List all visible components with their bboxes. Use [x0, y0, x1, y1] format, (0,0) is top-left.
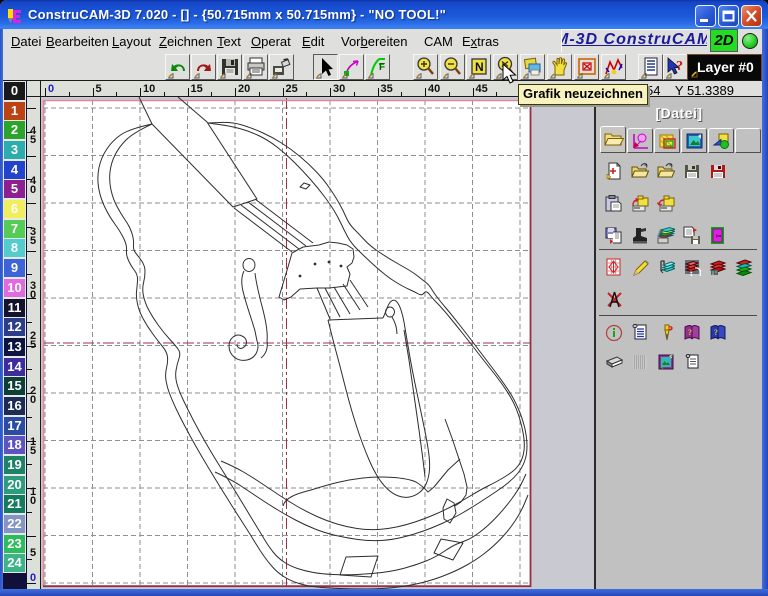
svg-text:F: F — [379, 62, 385, 73]
svg-text:?: ? — [676, 59, 683, 74]
svg-text:?: ? — [714, 328, 718, 337]
svg-text:N: N — [475, 60, 484, 74]
svg-text:?: ? — [688, 328, 692, 337]
